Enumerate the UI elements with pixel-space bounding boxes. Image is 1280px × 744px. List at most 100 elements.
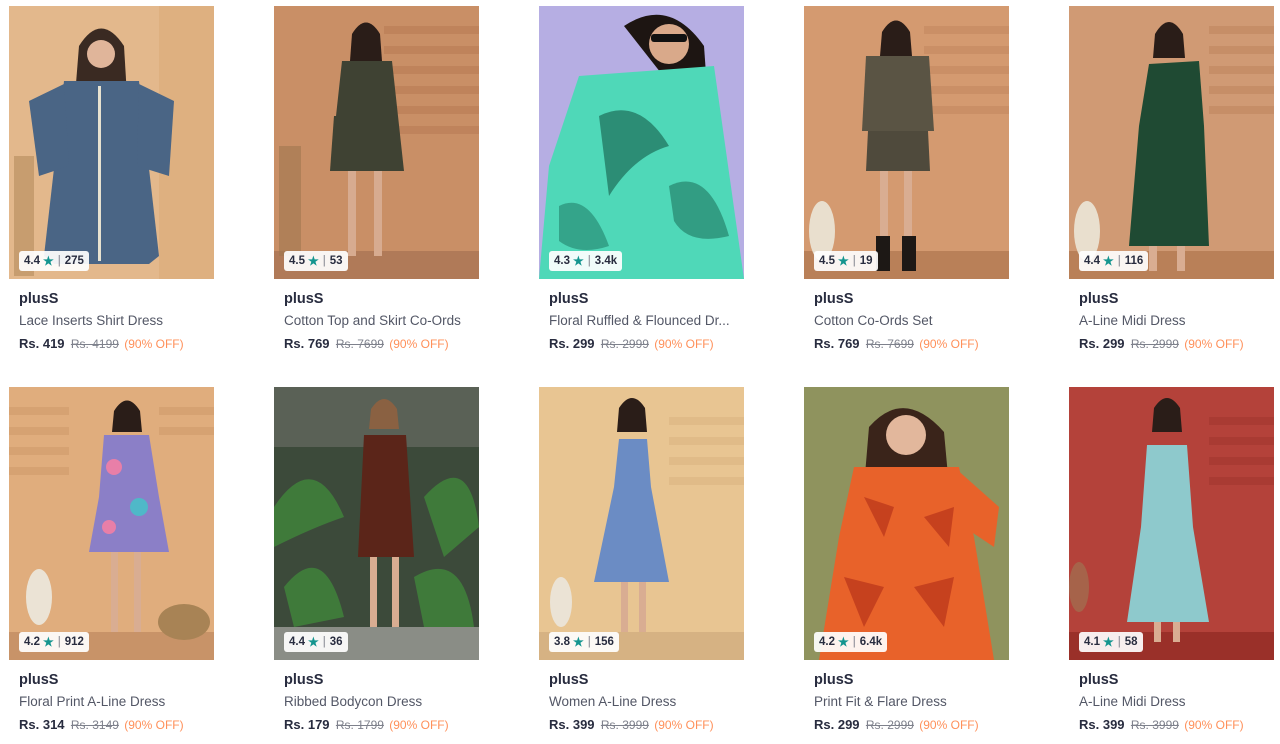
product-mrp: Rs. 3149 <box>70 718 119 732</box>
star-icon: ★ <box>573 254 584 268</box>
product-mrp: Rs. 3999 <box>600 718 649 732</box>
star-icon: ★ <box>1103 635 1114 649</box>
product-card[interactable]: 4.2 ★ | 912 plusS Floral Print A-Line Dr… <box>9 387 214 732</box>
rating-count: 116 <box>1124 255 1144 267</box>
product-price: Rs. 299 <box>814 717 860 732</box>
product-card[interactable]: 4.4 ★ | 116 plusS A-Line Midi Dress Rs. … <box>1069 6 1274 351</box>
star-icon: ★ <box>43 635 54 649</box>
rating-value: 4.4 <box>1084 255 1100 267</box>
rating-badge: 4.2 ★ | 912 <box>19 632 89 652</box>
product-image[interactable]: 4.4 ★ | 116 <box>1069 6 1274 279</box>
rating-badge: 3.8 ★ | 156 <box>549 632 619 652</box>
rating-badge: 4.5 ★ | 53 <box>284 251 348 271</box>
rating-badge: 4.4 ★ | 116 <box>1079 251 1149 271</box>
product-price: Rs. 769 <box>814 336 860 351</box>
rating-divider: | <box>322 255 326 267</box>
rating-value: 4.1 <box>1084 636 1100 648</box>
product-card[interactable]: 4.3 ★ | 3.4k plusS Floral Ruffled & Flou… <box>539 6 744 351</box>
product-card[interactable]: 4.1 ★ | 58 plusS A-Line Midi Dress Rs. 3… <box>1069 387 1274 732</box>
rating-value: 4.2 <box>819 636 835 648</box>
product-mrp: Rs. 2999 <box>865 718 914 732</box>
rating-value: 4.5 <box>289 255 305 267</box>
product-brand: plusS <box>19 291 59 307</box>
product-card[interactable]: 4.2 ★ | 6.4k plusS Print Fit & Flare Dre… <box>804 387 1009 732</box>
rating-divider: | <box>587 255 591 267</box>
price-row: Rs. 299 Rs. 2999 (90% OFF) <box>1069 336 1274 351</box>
price-row: Rs. 769 Rs. 7699 (90% OFF) <box>804 336 1009 351</box>
product-brand: plusS <box>1079 291 1119 307</box>
price-row: Rs. 314 Rs. 3149 (90% OFF) <box>9 717 214 732</box>
rating-count: 912 <box>64 636 84 648</box>
product-brand: plusS <box>284 291 324 307</box>
rating-count: 19 <box>859 255 873 267</box>
product-image[interactable]: 4.5 ★ | 53 <box>274 6 479 279</box>
star-icon: ★ <box>838 254 849 268</box>
star-icon: ★ <box>308 254 319 268</box>
product-price: Rs. 179 <box>284 717 330 732</box>
product-title: Print Fit & Flare Dress <box>814 694 947 709</box>
star-icon: ★ <box>308 635 319 649</box>
price-row: Rs. 399 Rs. 3999 (90% OFF) <box>1069 717 1274 732</box>
product-brand: plusS <box>814 291 854 307</box>
product-mrp: Rs. 2999 <box>1130 337 1179 351</box>
product-title: Women A-Line Dress <box>549 694 677 709</box>
product-card[interactable]: 3.8 ★ | 156 plusS Women A-Line Dress Rs.… <box>539 387 744 732</box>
product-discount: (90% OFF) <box>919 718 979 732</box>
product-image[interactable]: 4.3 ★ | 3.4k <box>539 6 744 279</box>
product-brand: plusS <box>549 291 589 307</box>
rating-badge: 4.2 ★ | 6.4k <box>814 632 888 652</box>
rating-divider: | <box>322 636 326 648</box>
product-brand: plusS <box>1079 672 1119 688</box>
rating-count: 53 <box>329 255 343 267</box>
product-image[interactable]: 4.4 ★ | 36 <box>274 387 479 660</box>
product-price: Rs. 314 <box>19 717 65 732</box>
rating-value: 4.5 <box>819 255 835 267</box>
product-card[interactable]: 4.5 ★ | 53 plusS Cotton Top and Skirt Co… <box>274 6 479 351</box>
product-image[interactable]: 4.5 ★ | 19 <box>804 6 1009 279</box>
product-image[interactable]: 4.1 ★ | 58 <box>1069 387 1274 660</box>
price-row: Rs. 179 Rs. 1799 (90% OFF) <box>274 717 479 732</box>
price-row: Rs. 299 Rs. 2999 (90% OFF) <box>539 336 744 351</box>
product-mrp: Rs. 3999 <box>1130 718 1179 732</box>
price-row: Rs. 419 Rs. 4199 (90% OFF) <box>9 336 214 351</box>
product-price: Rs. 419 <box>19 336 65 351</box>
product-brand: plusS <box>284 672 324 688</box>
rating-divider: | <box>1117 636 1121 648</box>
price-row: Rs. 769 Rs. 7699 (90% OFF) <box>274 336 479 351</box>
product-title: Ribbed Bodycon Dress <box>284 694 423 709</box>
product-title: A-Line Midi Dress <box>1079 694 1186 709</box>
product-price: Rs. 399 <box>549 717 595 732</box>
price-row: Rs. 299 Rs. 2999 (90% OFF) <box>804 717 1009 732</box>
rating-divider: | <box>57 255 61 267</box>
product-discount: (90% OFF) <box>124 337 184 351</box>
rating-badge: 4.3 ★ | 3.4k <box>549 251 623 271</box>
product-card[interactable]: 4.5 ★ | 19 plusS Cotton Co-Ords Set Rs. … <box>804 6 1009 351</box>
rating-count: 36 <box>329 636 343 648</box>
product-image[interactable]: 4.4 ★ | 275 <box>9 6 214 279</box>
product-image[interactable]: 3.8 ★ | 156 <box>539 387 744 660</box>
product-card[interactable]: 4.4 ★ | 36 plusS Ribbed Bodycon Dress Rs… <box>274 387 479 732</box>
rating-badge: 4.4 ★ | 36 <box>284 632 348 652</box>
product-title: Floral Print A-Line Dress <box>19 694 166 709</box>
rating-badge: 4.1 ★ | 58 <box>1079 632 1143 652</box>
product-discount: (90% OFF) <box>389 337 449 351</box>
star-icon: ★ <box>573 635 584 649</box>
product-image[interactable]: 4.2 ★ | 6.4k <box>804 387 1009 660</box>
product-title: Floral Ruffled & Flounced Dr... <box>549 313 730 328</box>
product-mrp: Rs. 7699 <box>865 337 914 351</box>
rating-divider: | <box>57 636 61 648</box>
product-image[interactable]: 4.2 ★ | 912 <box>9 387 214 660</box>
product-grid: 4.4 ★ | 275 plusS Lace Inserts Shirt Dre… <box>0 0 1280 744</box>
product-price: Rs. 769 <box>284 336 330 351</box>
product-mrp: Rs. 4199 <box>70 337 119 351</box>
product-mrp: Rs. 1799 <box>335 718 384 732</box>
product-card[interactable]: 4.4 ★ | 275 plusS Lace Inserts Shirt Dre… <box>9 6 214 351</box>
product-title: Cotton Co-Ords Set <box>814 313 933 328</box>
product-mrp: Rs. 2999 <box>600 337 649 351</box>
product-price: Rs. 299 <box>549 336 595 351</box>
rating-divider: | <box>852 636 856 648</box>
rating-count: 58 <box>1124 636 1138 648</box>
product-brand: plusS <box>19 672 59 688</box>
product-price: Rs. 299 <box>1079 336 1125 351</box>
rating-count: 6.4k <box>859 636 883 648</box>
